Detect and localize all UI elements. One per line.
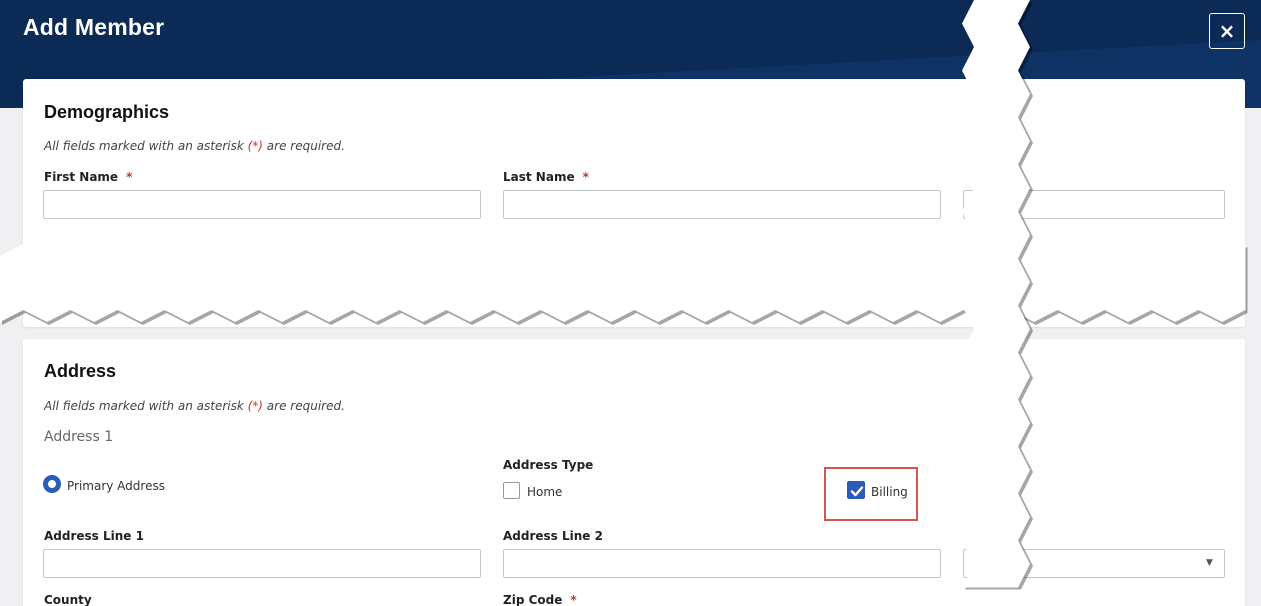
address-1-subheading: Address 1 xyxy=(44,429,114,445)
address-heading: Address xyxy=(44,361,117,381)
last-name-label: Last Name * xyxy=(503,170,589,184)
address-line-2-input[interactable] xyxy=(503,549,941,578)
torn-edge-vertical-shape xyxy=(962,0,1033,590)
checkmark-icon xyxy=(850,486,864,497)
home-checkbox[interactable] xyxy=(503,482,520,499)
torn-edge-horizontal-shape xyxy=(0,244,1248,325)
modal-title: Add Member xyxy=(23,14,165,40)
first-name-label: First Name * xyxy=(44,170,133,184)
primary-address-label: Primary Address xyxy=(67,479,165,493)
address-line-1-input[interactable] xyxy=(43,549,481,578)
close-button[interactable]: × xyxy=(1209,13,1245,49)
torn-edge-vertical xyxy=(958,0,1034,606)
torn-edge-horizontal xyxy=(0,240,1261,326)
zip-code-label: Zip Code * xyxy=(503,593,577,606)
address-required-note: All fields marked with an asterisk (*) a… xyxy=(44,399,345,413)
primary-address-radio[interactable] xyxy=(43,475,61,493)
address-line-2-label: Address Line 2 xyxy=(503,529,603,543)
county-label: County xyxy=(44,593,92,606)
address-line-1-label: Address Line 1 xyxy=(44,529,144,543)
last-name-input[interactable] xyxy=(503,190,941,219)
first-name-input[interactable] xyxy=(43,190,481,219)
demographics-heading: Demographics xyxy=(44,102,170,122)
billing-checkbox[interactable] xyxy=(847,481,865,499)
demographics-required-note: All fields marked with an asterisk (*) a… xyxy=(44,139,345,153)
home-checkbox-label: Home xyxy=(527,485,563,499)
chevron-down-icon[interactable]: ▼ xyxy=(1206,558,1213,568)
address-card: Address All fields marked with an asteri… xyxy=(23,339,1245,606)
address-type-label: Address Type xyxy=(503,458,594,472)
billing-checkbox-label: Billing xyxy=(871,485,908,499)
